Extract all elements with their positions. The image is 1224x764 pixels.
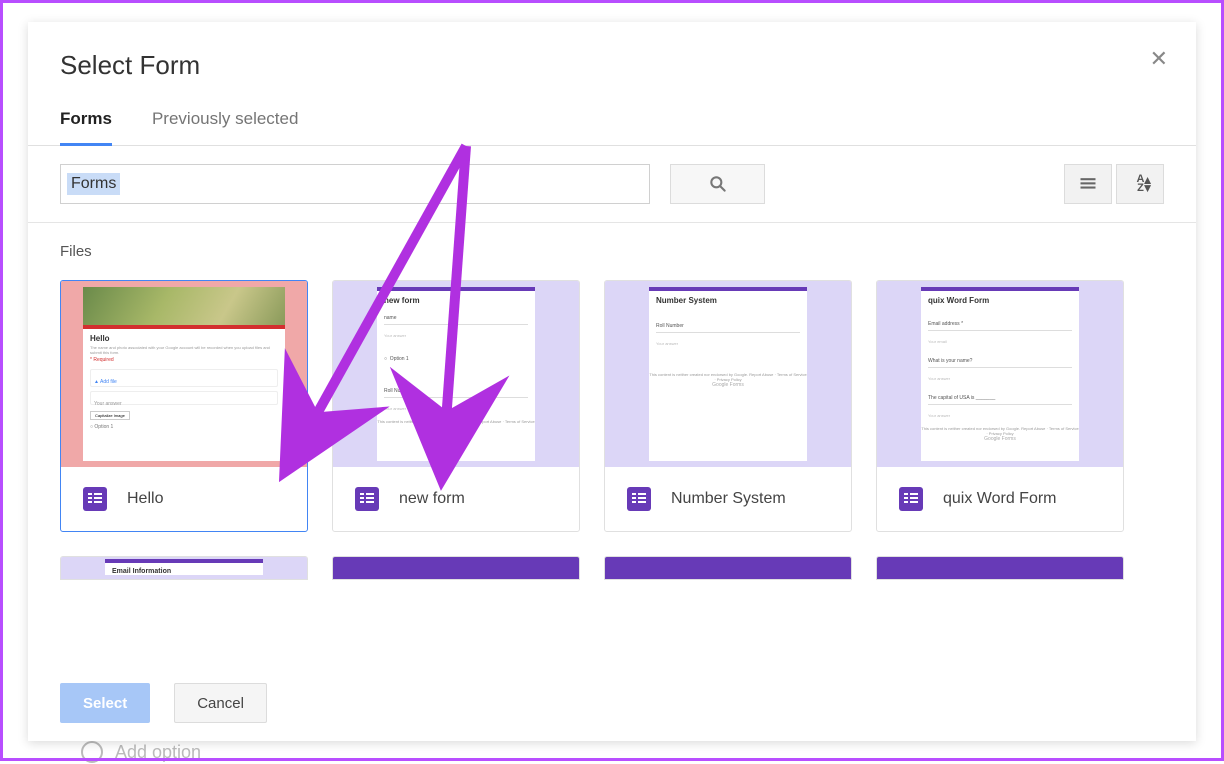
- radio-icon: [81, 741, 103, 763]
- file-card-title: Hello: [127, 490, 163, 508]
- toolbar: Forms AZ▲▼: [28, 146, 1196, 223]
- google-forms-icon: [627, 487, 651, 511]
- close-icon[interactable]: ✕: [1150, 48, 1168, 70]
- search-input[interactable]: Forms: [60, 164, 650, 204]
- file-thumbnail: [605, 557, 851, 580]
- file-card-footer: Hello: [61, 467, 307, 531]
- cancel-button[interactable]: Cancel: [174, 683, 267, 723]
- file-card[interactable]: [604, 556, 852, 580]
- list-view-icon: [1078, 174, 1098, 194]
- search-icon: [708, 174, 728, 194]
- files-grid: Hello The name and photo associated with…: [60, 280, 1164, 532]
- file-thumbnail: [877, 557, 1123, 580]
- file-card[interactable]: [876, 556, 1124, 580]
- thumb-form-title: new form: [377, 291, 535, 307]
- tab-previously-selected[interactable]: Previously selected: [152, 109, 298, 145]
- file-thumbnail: new form name Your answer ○ Option 1 Rol…: [333, 281, 579, 467]
- file-card-title: quix Word Form: [943, 490, 1057, 508]
- toolbar-right: AZ▲▼: [1064, 164, 1164, 204]
- file-thumbnail: Email Information: [61, 557, 307, 580]
- google-forms-icon: [83, 487, 107, 511]
- select-button[interactable]: Select: [60, 683, 150, 723]
- thumb-form-title: Hello: [83, 329, 285, 345]
- select-form-modal: Select Form ✕ Forms Previously selected …: [28, 22, 1196, 741]
- thumb-form-title: quix Word Form: [921, 291, 1079, 307]
- background-add-option-row: Add option: [81, 741, 201, 763]
- file-card-footer: Number System: [605, 467, 851, 531]
- tab-forms[interactable]: Forms: [60, 109, 112, 145]
- google-forms-icon: [355, 487, 379, 511]
- file-card-title: Number System: [671, 490, 786, 508]
- modal-footer: Select Cancel: [28, 665, 1196, 741]
- thumb-form-title: Number System: [649, 291, 807, 307]
- list-view-button[interactable]: [1064, 164, 1112, 204]
- files-section-label: Files: [60, 243, 1164, 260]
- files-grid-row-2: Email Information: [60, 556, 1164, 580]
- search-button[interactable]: [670, 164, 765, 204]
- file-card-number-system[interactable]: Number System Roll Number Your answer Th…: [604, 280, 852, 532]
- file-thumbnail: quix Word Form Email address * Your emai…: [877, 281, 1123, 467]
- modal-title: Select Form: [60, 50, 1164, 81]
- file-card-footer: quix Word Form: [877, 467, 1123, 531]
- modal-header: Select Form ✕: [28, 22, 1196, 81]
- thumb-form-title: Email Information: [105, 563, 263, 577]
- sort-az-button[interactable]: AZ▲▼: [1116, 164, 1164, 204]
- file-thumbnail: Number System Roll Number Your answer Th…: [605, 281, 851, 467]
- google-forms-icon: [899, 487, 923, 511]
- content-area: Files Hello The name and photo associate…: [28, 223, 1196, 665]
- file-card-title: new form: [399, 490, 465, 508]
- sort-az-icon: AZ▲▼: [1137, 175, 1144, 193]
- file-thumbnail: [333, 557, 579, 580]
- file-card-email-information[interactable]: Email Information: [60, 556, 308, 580]
- file-card-new-form[interactable]: new form name Your answer ○ Option 1 Rol…: [332, 280, 580, 532]
- add-option-label: Add option: [115, 742, 201, 763]
- file-thumbnail: Hello The name and photo associated with…: [61, 281, 307, 467]
- file-card-footer: new form: [333, 467, 579, 531]
- tabs: Forms Previously selected: [28, 81, 1196, 146]
- file-card-hello[interactable]: Hello The name and photo associated with…: [60, 280, 308, 532]
- file-card[interactable]: [332, 556, 580, 580]
- search-input-value: Forms: [67, 173, 120, 195]
- file-card-quix-word-form[interactable]: quix Word Form Email address * Your emai…: [876, 280, 1124, 532]
